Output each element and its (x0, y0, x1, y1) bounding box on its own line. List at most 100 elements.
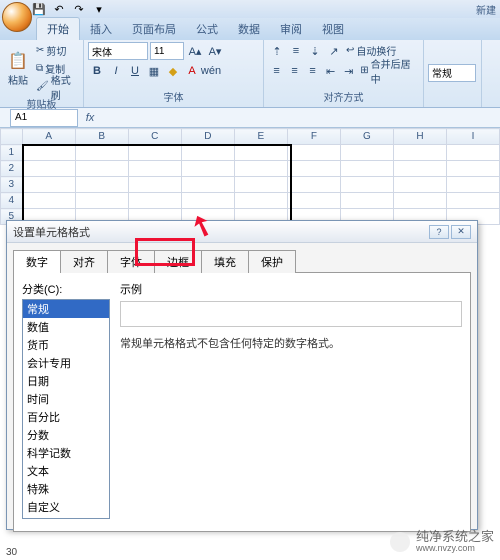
increase-indent-icon[interactable]: ⇥ (340, 62, 357, 80)
close-button[interactable]: ✕ (451, 225, 471, 239)
qat-dropdown-icon[interactable]: ▾ (90, 1, 108, 17)
ribbon: 📋 粘贴 ✂剪切 ⧉复制 🖌格式刷 剪贴板 宋体 11 A▴ A▾ B I U (0, 40, 500, 108)
format-description: 常规单元格格式不包含任何特定的数字格式。 (120, 335, 462, 351)
category-item[interactable]: 百分比 (23, 408, 109, 426)
col-header[interactable]: G (340, 129, 393, 145)
category-item[interactable]: 日期 (23, 372, 109, 390)
wrap-icon: ↩ (346, 45, 354, 56)
col-header[interactable]: C (128, 129, 181, 145)
align-right-icon[interactable]: ≡ (304, 62, 321, 80)
sample-label: 示例 (120, 281, 462, 297)
category-item[interactable]: 常规 (23, 300, 109, 318)
increase-font-icon[interactable]: A▴ (186, 42, 204, 60)
ribbon-tab-insert[interactable]: 插入 (80, 18, 122, 40)
col-header[interactable]: E (234, 129, 287, 145)
col-header[interactable]: H (393, 129, 446, 145)
row-header[interactable]: 4 (1, 193, 23, 209)
merge-icon: ⊞ (360, 65, 368, 76)
font-color-button[interactable]: A (183, 62, 201, 80)
ribbon-tab-home[interactable]: 开始 (36, 17, 80, 40)
orientation-icon[interactable]: ↗ (325, 42, 343, 60)
merge-center-button[interactable]: ⊞合并后居中 (358, 62, 419, 79)
name-box[interactable]: A1 (10, 109, 78, 127)
dialog-titlebar[interactable]: 设置单元格格式 ? ✕ (7, 221, 477, 243)
dialog-tab-border[interactable]: 边框 (154, 250, 202, 273)
dialog-title-text: 设置单元格格式 (13, 224, 90, 240)
category-item[interactable]: 文本 (23, 462, 109, 480)
dialog-tab-alignment[interactable]: 对齐 (60, 250, 108, 273)
align-left-icon[interactable]: ≡ (268, 62, 285, 80)
decrease-indent-icon[interactable]: ⇤ (322, 62, 339, 80)
formula-bar-row: A1 fx (0, 108, 500, 128)
bold-button[interactable]: B (88, 62, 106, 80)
paste-button[interactable]: 📋 粘贴 (4, 49, 32, 89)
category-item[interactable]: 自定义 (23, 498, 109, 516)
category-item[interactable]: 分数 (23, 426, 109, 444)
document-title: 新建 (476, 2, 496, 17)
watermark: 纯净系统之家 www.nvzy.com (390, 530, 494, 554)
align-center-icon[interactable]: ≡ (286, 62, 303, 80)
brush-icon: 🖌 (36, 81, 49, 92)
number-format-combo[interactable]: 常规 (428, 64, 476, 82)
number-group-label (428, 103, 477, 105)
save-icon[interactable]: 💾 (30, 1, 48, 17)
category-item[interactable]: 货币 (23, 336, 109, 354)
office-button[interactable] (2, 2, 32, 32)
category-item[interactable]: 科学记数 (23, 444, 109, 462)
category-listbox[interactable]: 常规 数值 货币 会计专用 日期 时间 百分比 分数 科学记数 文本 特殊 自定… (22, 299, 110, 519)
category-label: 分类(C): (22, 281, 110, 297)
font-family-combo[interactable]: 宋体 (88, 42, 148, 60)
clipboard-icon: 📋 (8, 51, 28, 71)
dialog-tab-fill[interactable]: 填充 (201, 250, 249, 273)
alignment-group-label: 对齐方式 (268, 88, 419, 105)
row-header[interactable]: 1 (1, 145, 23, 161)
watermark-line1: 纯净系统之家 (416, 530, 494, 544)
quick-access-toolbar: 💾 ↶ ↷ ▾ (30, 1, 108, 17)
category-item[interactable]: 时间 (23, 390, 109, 408)
worksheet-grid[interactable]: A B C D E F G H I 1 2 3 4 5 (0, 128, 500, 225)
row-header[interactable]: 2 (1, 161, 23, 177)
underline-button[interactable]: U (126, 62, 144, 80)
ribbon-tab-page-layout[interactable]: 页面布局 (122, 18, 186, 40)
ribbon-tab-review[interactable]: 审阅 (270, 18, 312, 40)
ribbon-tab-data[interactable]: 数据 (228, 18, 270, 40)
border-button[interactable]: ▦ (145, 62, 163, 80)
category-item[interactable]: 数值 (23, 318, 109, 336)
col-header[interactable]: F (287, 129, 340, 145)
dialog-tab-protection[interactable]: 保护 (248, 250, 296, 273)
col-header[interactable]: A (22, 129, 75, 145)
paste-label: 粘贴 (8, 72, 28, 87)
dialog-tab-font[interactable]: 字体 (107, 250, 155, 273)
help-button[interactable]: ? (429, 225, 449, 239)
dialog-tab-number[interactable]: 数字 (13, 250, 61, 273)
align-bottom-icon[interactable]: ⇣ (306, 42, 324, 60)
sample-box (120, 301, 462, 327)
decrease-font-icon[interactable]: A▾ (206, 42, 224, 60)
fx-icon[interactable]: fx (82, 112, 98, 124)
font-group-label: 字体 (88, 88, 259, 105)
cut-button[interactable]: ✂剪切 (34, 42, 79, 59)
align-middle-icon[interactable]: ≡ (287, 42, 305, 60)
align-top-icon[interactable]: ⇡ (268, 42, 286, 60)
watermark-line2: www.nvzy.com (416, 544, 494, 554)
select-all-corner[interactable] (1, 129, 23, 145)
category-item[interactable]: 会计专用 (23, 354, 109, 372)
scissors-icon: ✂ (36, 45, 44, 56)
col-header[interactable]: B (75, 129, 128, 145)
format-cells-dialog: 设置单元格格式 ? ✕ 数字 对齐 字体 边框 填充 保护 分类(C): 常规 … (6, 220, 478, 530)
category-item[interactable]: 特殊 (23, 480, 109, 498)
undo-icon[interactable]: ↶ (50, 1, 68, 17)
col-header[interactable]: D (181, 129, 234, 145)
format-painter-button[interactable]: 🖌格式刷 (34, 78, 79, 95)
ribbon-tab-strip: 开始 插入 页面布局 公式 数据 审阅 视图 (0, 18, 500, 40)
ribbon-tab-formulas[interactable]: 公式 (186, 18, 228, 40)
ribbon-tab-view[interactable]: 视图 (312, 18, 354, 40)
fill-color-button[interactable]: ◆ (164, 62, 182, 80)
redo-icon[interactable]: ↷ (70, 1, 88, 17)
font-size-combo[interactable]: 11 (150, 42, 184, 60)
col-header[interactable]: I (446, 129, 499, 145)
row-header[interactable]: 3 (1, 177, 23, 193)
phonetic-button[interactable]: wén (202, 62, 220, 80)
italic-button[interactable]: I (107, 62, 125, 80)
dialog-body: 分类(C): 常规 数值 货币 会计专用 日期 时间 百分比 分数 科学记数 文… (13, 272, 471, 532)
